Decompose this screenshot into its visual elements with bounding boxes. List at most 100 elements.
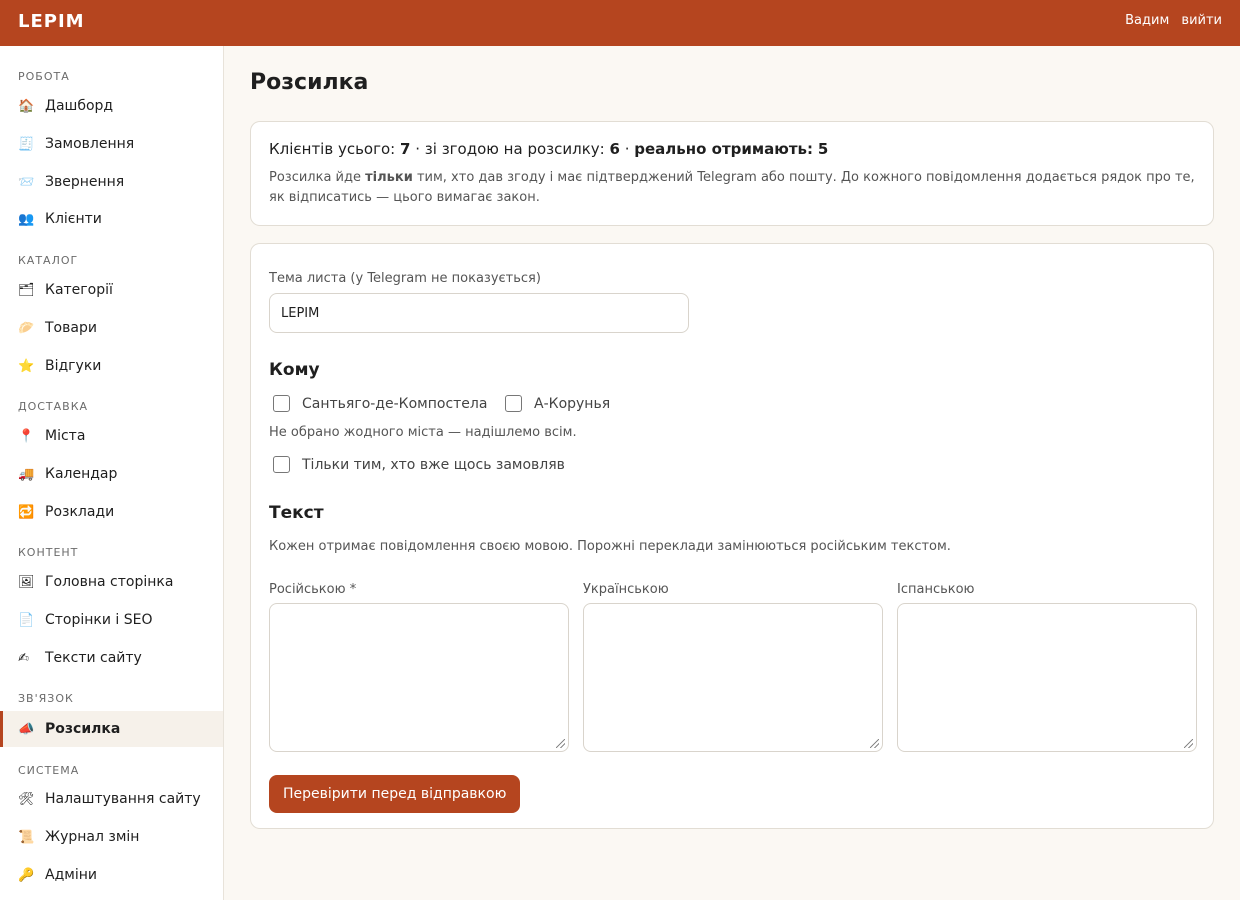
consent-count: 6 xyxy=(609,140,620,158)
sidebar-item-label: Адміни xyxy=(45,867,97,883)
russian-label: Російською * xyxy=(269,582,357,597)
receive-count: 5 xyxy=(817,140,829,158)
sidebar-section-title: ДОСТАВКА xyxy=(18,400,89,413)
sidebar-item-mailing[interactable]: 📣 Розсилка xyxy=(0,711,223,747)
key-icon: 🔑 xyxy=(18,867,35,883)
user-link[interactable]: Вадим xyxy=(1125,13,1169,28)
resize-handle-icon[interactable] xyxy=(870,739,879,748)
text-hint: Кожен отримає повідомлення своєю мовою. … xyxy=(269,539,951,554)
sidebar-item-label: Клієнти xyxy=(45,211,102,227)
separator: · xyxy=(415,140,420,158)
top-nav: Вадим вийти xyxy=(1117,13,1222,28)
sidebar-item-products[interactable]: 🥟 Товари xyxy=(0,310,223,346)
sidebar-item-label: Товари xyxy=(45,320,97,336)
stats-note: Розсилка йде тільки тим, хто дав згоду і… xyxy=(269,168,1199,208)
page-title: Розсилка xyxy=(250,70,369,95)
resize-handle-icon[interactable] xyxy=(1184,739,1193,748)
megaphone-icon: 📣 xyxy=(18,721,35,737)
sidebar-item-change-log[interactable]: 📜 Журнал змін xyxy=(0,819,223,855)
envelope-icon: 📨 xyxy=(18,174,35,190)
sidebar-item-reviews[interactable]: ⭐ Відгуки xyxy=(0,348,223,384)
sidebar-item-schedules[interactable]: 🔁 Розклади xyxy=(0,494,223,530)
folders-icon: 🗂 xyxy=(18,282,35,298)
sidebar-item-label: Відгуки xyxy=(45,358,102,374)
city-checkbox-santiago[interactable]: Сантьяго-де-Компостела xyxy=(273,395,487,412)
sidebar-item-label: Налаштування сайту xyxy=(45,791,201,807)
subject-input[interactable] xyxy=(269,293,689,333)
checkbox-label: А-Корунья xyxy=(534,395,611,412)
receipt-icon: 🧾 xyxy=(18,136,35,152)
sidebar-item-cities[interactable]: 📍 Міста xyxy=(0,418,223,454)
sidebar-item-label: Міста xyxy=(45,428,86,444)
sidebar-item-label: Дашборд xyxy=(45,98,114,114)
mailing-form: Тема листа (у Telegram не показується) К… xyxy=(250,243,1214,829)
subject-label: Тема листа (у Telegram не показується) xyxy=(269,271,541,286)
stats-line: Клієнтів усього: 7 · зі згодою на розсил… xyxy=(269,140,828,158)
sidebar-item-calendar[interactable]: 🚚 Календар xyxy=(0,456,223,492)
sidebar-item-dashboard[interactable]: 🏠 Дашборд xyxy=(0,88,223,124)
sidebar-item-site-settings[interactable]: 🛠 Налаштування сайту xyxy=(0,781,223,817)
clients-label: Клієнтів усього: xyxy=(269,140,396,158)
sidebar-item-categories[interactable]: 🗂 Категорії xyxy=(0,272,223,308)
top-bar: LEPIM Вадим вийти xyxy=(0,0,1240,46)
sidebar-section-title: КАТАЛОГ xyxy=(18,254,79,267)
sidebar-item-requests[interactable]: 📨 Звернення xyxy=(0,164,223,200)
russian-textarea[interactable] xyxy=(269,603,569,752)
document-icon: 📄 xyxy=(18,612,35,628)
sidebar-item-label: Тексти сайту xyxy=(45,650,142,666)
sidebar-item-admins[interactable]: 🔑 Адміни xyxy=(0,857,223,893)
sidebar-item-label: Розклади xyxy=(45,504,115,520)
sidebar-item-site-texts[interactable]: ✍ Тексти сайту xyxy=(0,640,223,676)
sidebar-item-label: Сторінки і SEO xyxy=(45,612,153,628)
sidebar-item-clients[interactable]: 👥 Клієнти xyxy=(0,201,223,237)
users-icon: 👥 xyxy=(18,211,35,227)
logout-link[interactable]: вийти xyxy=(1181,13,1222,28)
checkbox-label: Сантьяго-де-Компостела xyxy=(302,395,488,412)
sidebar-section-title: ЗВ'ЯЗОК xyxy=(18,692,74,705)
sidebar-item-home-page[interactable]: 🖼 Головна сторінка xyxy=(0,564,223,600)
sidebar: РОБОТА 🏠 Дашборд 🧾 Замовлення 📨 Звернення 👥… xyxy=(0,46,224,900)
checkbox[interactable] xyxy=(505,395,522,412)
sidebar-item-label: Звернення xyxy=(45,174,125,190)
checkbox[interactable] xyxy=(273,456,290,473)
checkbox-label: Тільки тим, хто вже щось замовляв xyxy=(302,456,565,473)
spanish-textarea[interactable] xyxy=(897,603,1197,752)
stats-card: Клієнтів усього: 7 · зі згодою на розсил… xyxy=(250,121,1214,226)
tools-icon: 🛠 xyxy=(18,791,35,807)
sidebar-section-title: РОБОТА xyxy=(18,70,70,83)
sidebar-item-pages-seo[interactable]: 📄 Сторінки і SEO xyxy=(0,602,223,638)
only-buyers-checkbox[interactable]: Тільки тим, хто вже щось замовляв xyxy=(273,456,565,473)
scroll-icon: 📜 xyxy=(18,829,35,845)
text-heading: Текст xyxy=(269,503,324,523)
note-text: Розсилка йде xyxy=(269,170,361,185)
sidebar-item-label: Замовлення xyxy=(45,136,135,152)
cities-hint: Не обрано жодного міста — надішлемо всім… xyxy=(269,425,577,440)
sidebar-item-label: Розсилка xyxy=(45,721,121,737)
clients-count: 7 xyxy=(400,140,411,158)
pin-icon: 📍 xyxy=(18,428,35,444)
sidebar-item-label: Календар xyxy=(45,466,118,482)
note-emphasis: тільки xyxy=(365,170,413,185)
ukrainian-textarea[interactable] xyxy=(583,603,883,752)
sidebar-section-title: СИСТЕМА xyxy=(18,764,80,777)
repeat-icon: 🔁 xyxy=(18,504,35,520)
sidebar-item-label: Категорії xyxy=(45,282,113,298)
preview-button[interactable]: Перевірити перед відправкою xyxy=(269,775,521,813)
recipients-heading: Кому xyxy=(269,360,320,380)
city-checkbox-a-coruna[interactable]: А-Корунья xyxy=(505,395,610,412)
sidebar-item-orders[interactable]: 🧾 Замовлення xyxy=(0,126,223,162)
star-icon: ⭐ xyxy=(18,358,35,374)
consent-label: зі згодою на розсилку: xyxy=(424,140,605,158)
receive-label: реально отримають: xyxy=(634,140,814,158)
home-icon: 🏠 xyxy=(18,98,35,114)
brand-logo[interactable]: LEPIM xyxy=(18,11,85,32)
checkbox[interactable] xyxy=(273,395,290,412)
writing-hand-icon: ✍ xyxy=(18,650,29,666)
resize-handle-icon[interactable] xyxy=(556,739,565,748)
picture-icon: 🖼 xyxy=(18,574,35,590)
sidebar-item-label: Журнал змін xyxy=(45,829,140,845)
spanish-label: Іспанською xyxy=(897,582,975,597)
separator: · xyxy=(624,140,630,158)
truck-icon: 🚚 xyxy=(18,466,35,482)
sidebar-section-title: КОНТЕНТ xyxy=(18,546,79,559)
